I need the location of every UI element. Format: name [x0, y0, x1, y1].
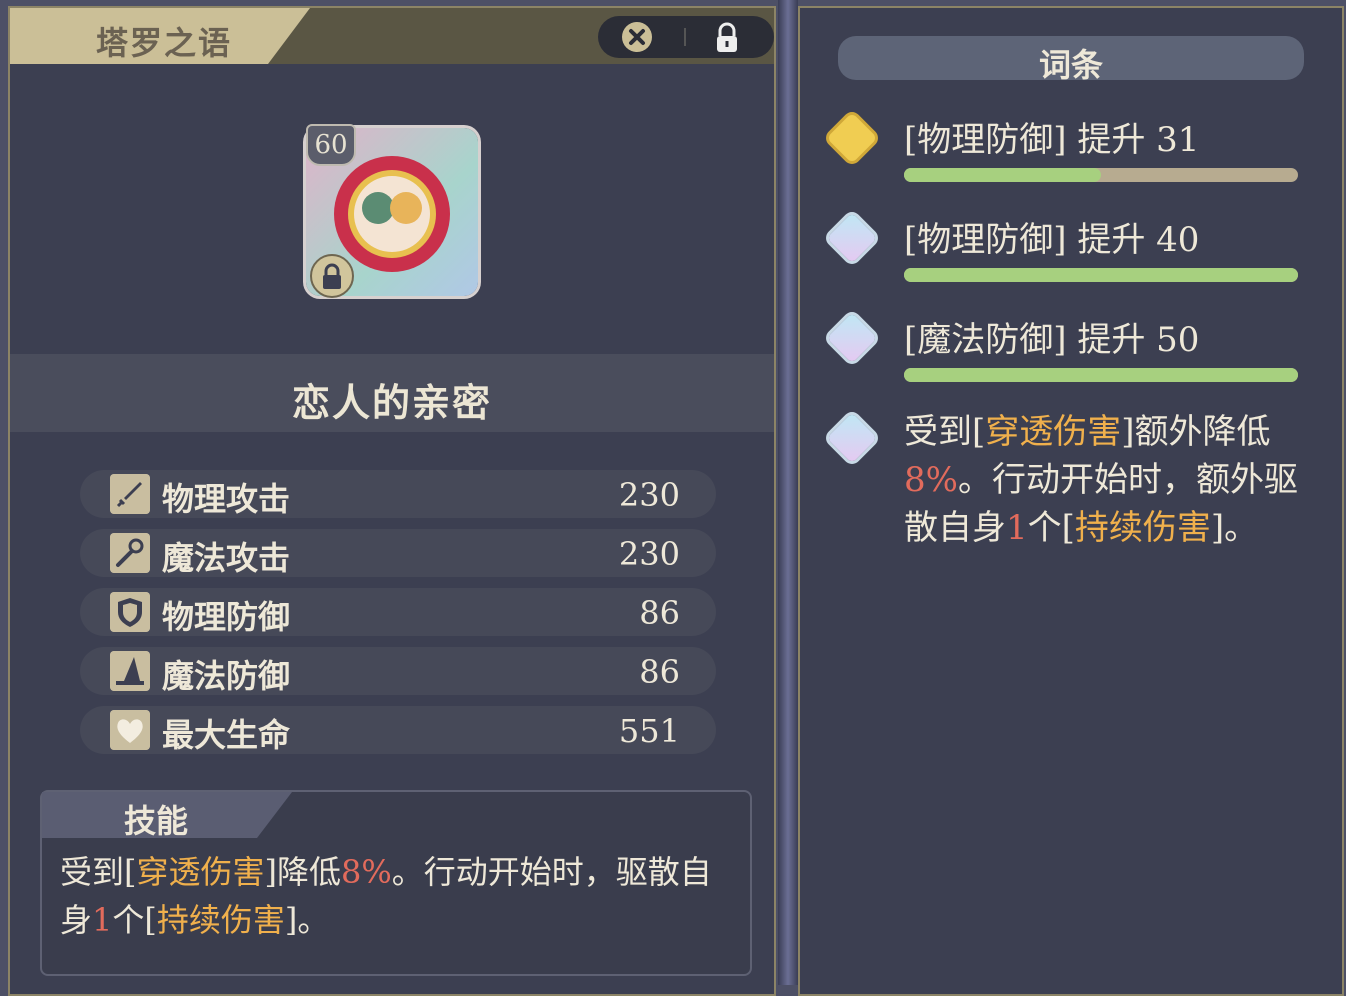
header-actions [598, 16, 774, 58]
skill-box: 技能 受到[穿透伤害]降低8%。行动开始时，驱散自身1个[持续伤害]。 [40, 790, 752, 976]
wizard-hat-icon [110, 651, 150, 691]
card-name-band: 恋人的亲密 [10, 354, 774, 432]
text: ]。 [1210, 508, 1259, 548]
sword-icon [110, 474, 150, 514]
stat-value: 551 [618, 712, 680, 750]
stat-label: 物理攻击 [162, 480, 291, 518]
stat-value: 230 [618, 535, 680, 573]
stat-value: 86 [639, 594, 680, 632]
text: ]额外降低 [1121, 412, 1271, 452]
stat-label: 魔法防御 [162, 657, 291, 695]
blue-gem-icon [826, 412, 878, 464]
keyword-dot-damage: 持续伤害 [156, 901, 285, 939]
text: ]降低 [264, 853, 342, 891]
skill-title: 技能 [124, 802, 189, 840]
card-level-badge: 60 [306, 124, 356, 166]
number-value: 8% [341, 853, 392, 891]
shield-icon [110, 592, 150, 632]
card-showcase: 60 [10, 64, 774, 354]
stat-row-magic-defense: 魔法防御 86 [80, 647, 716, 695]
stat-row-physical-attack: 物理攻击 230 [80, 470, 716, 518]
affix-text: [魔法防御] 提升 50 [904, 320, 1200, 360]
affix-progress-fill [904, 368, 1298, 382]
keyword-dot-damage: 持续伤害 [1074, 508, 1211, 548]
number-value: 1 [92, 901, 113, 939]
stat-label: 物理防御 [162, 598, 291, 636]
text: 个[ [112, 901, 157, 939]
affix-progress-fill [904, 168, 1101, 182]
number-value: 1 [1006, 508, 1028, 548]
skill-description: 受到[穿透伤害]降低8%。行动开始时，驱散自身1个[持续伤害]。 [60, 848, 730, 944]
blue-gem-icon [826, 212, 878, 264]
side-divider [778, 0, 798, 985]
affix-description: 受到[穿透伤害]额外降低8%。行动开始时，额外驱散自身1个[持续伤害]。 [904, 408, 1304, 552]
affix-title: 词条 [1038, 46, 1103, 84]
discard-icon[interactable] [620, 20, 654, 54]
affix-progress-bar [904, 268, 1298, 282]
card-lock-icon [310, 254, 354, 298]
blue-gem-icon [826, 312, 878, 364]
affix-progress-fill [904, 268, 1298, 282]
staff-icon [110, 533, 150, 573]
text: 受到[ [60, 853, 137, 891]
stat-row-max-hp: 最大生命 551 [80, 706, 716, 754]
stat-row-magic-attack: 魔法攻击 230 [80, 529, 716, 577]
heart-icon [110, 710, 150, 750]
stat-row-physical-defense: 物理防御 86 [80, 588, 716, 636]
lock-icon[interactable] [712, 22, 742, 54]
text: 受到[ [904, 412, 986, 452]
affix-text: [物理防御] 提升 31 [904, 120, 1200, 160]
keyword-piercing-damage: 穿透伤害 [136, 853, 265, 891]
panel-title: 塔罗之语 [96, 24, 233, 62]
panel-header: 塔罗之语 [10, 8, 774, 64]
text: ]。 [284, 901, 330, 939]
affix-text: [物理防御] 提升 40 [904, 220, 1200, 260]
number-value: 8% [904, 460, 958, 500]
card-detail-panel: 塔罗之语 60 恋人的亲密 物理攻击 230 魔法攻击 230 物理防御 86 … [8, 6, 776, 996]
affix-progress-bar [904, 368, 1298, 382]
divider [684, 28, 686, 46]
stat-label: 最大生命 [162, 716, 291, 754]
card-name: 恋人的亲密 [291, 380, 492, 425]
keyword-piercing-damage: 穿透伤害 [985, 412, 1122, 452]
text: 个[ [1027, 508, 1075, 548]
stat-label: 魔法攻击 [162, 539, 291, 577]
affix-header: 词条 [838, 36, 1304, 84]
affix-panel: 词条 [物理防御] 提升 31 [物理防御] 提升 40 [魔法防御] 提升 5… [798, 6, 1344, 996]
gold-gem-icon [826, 112, 878, 164]
stat-value: 230 [618, 476, 680, 514]
affix-progress-bar [904, 168, 1298, 182]
stat-value: 86 [639, 653, 680, 691]
